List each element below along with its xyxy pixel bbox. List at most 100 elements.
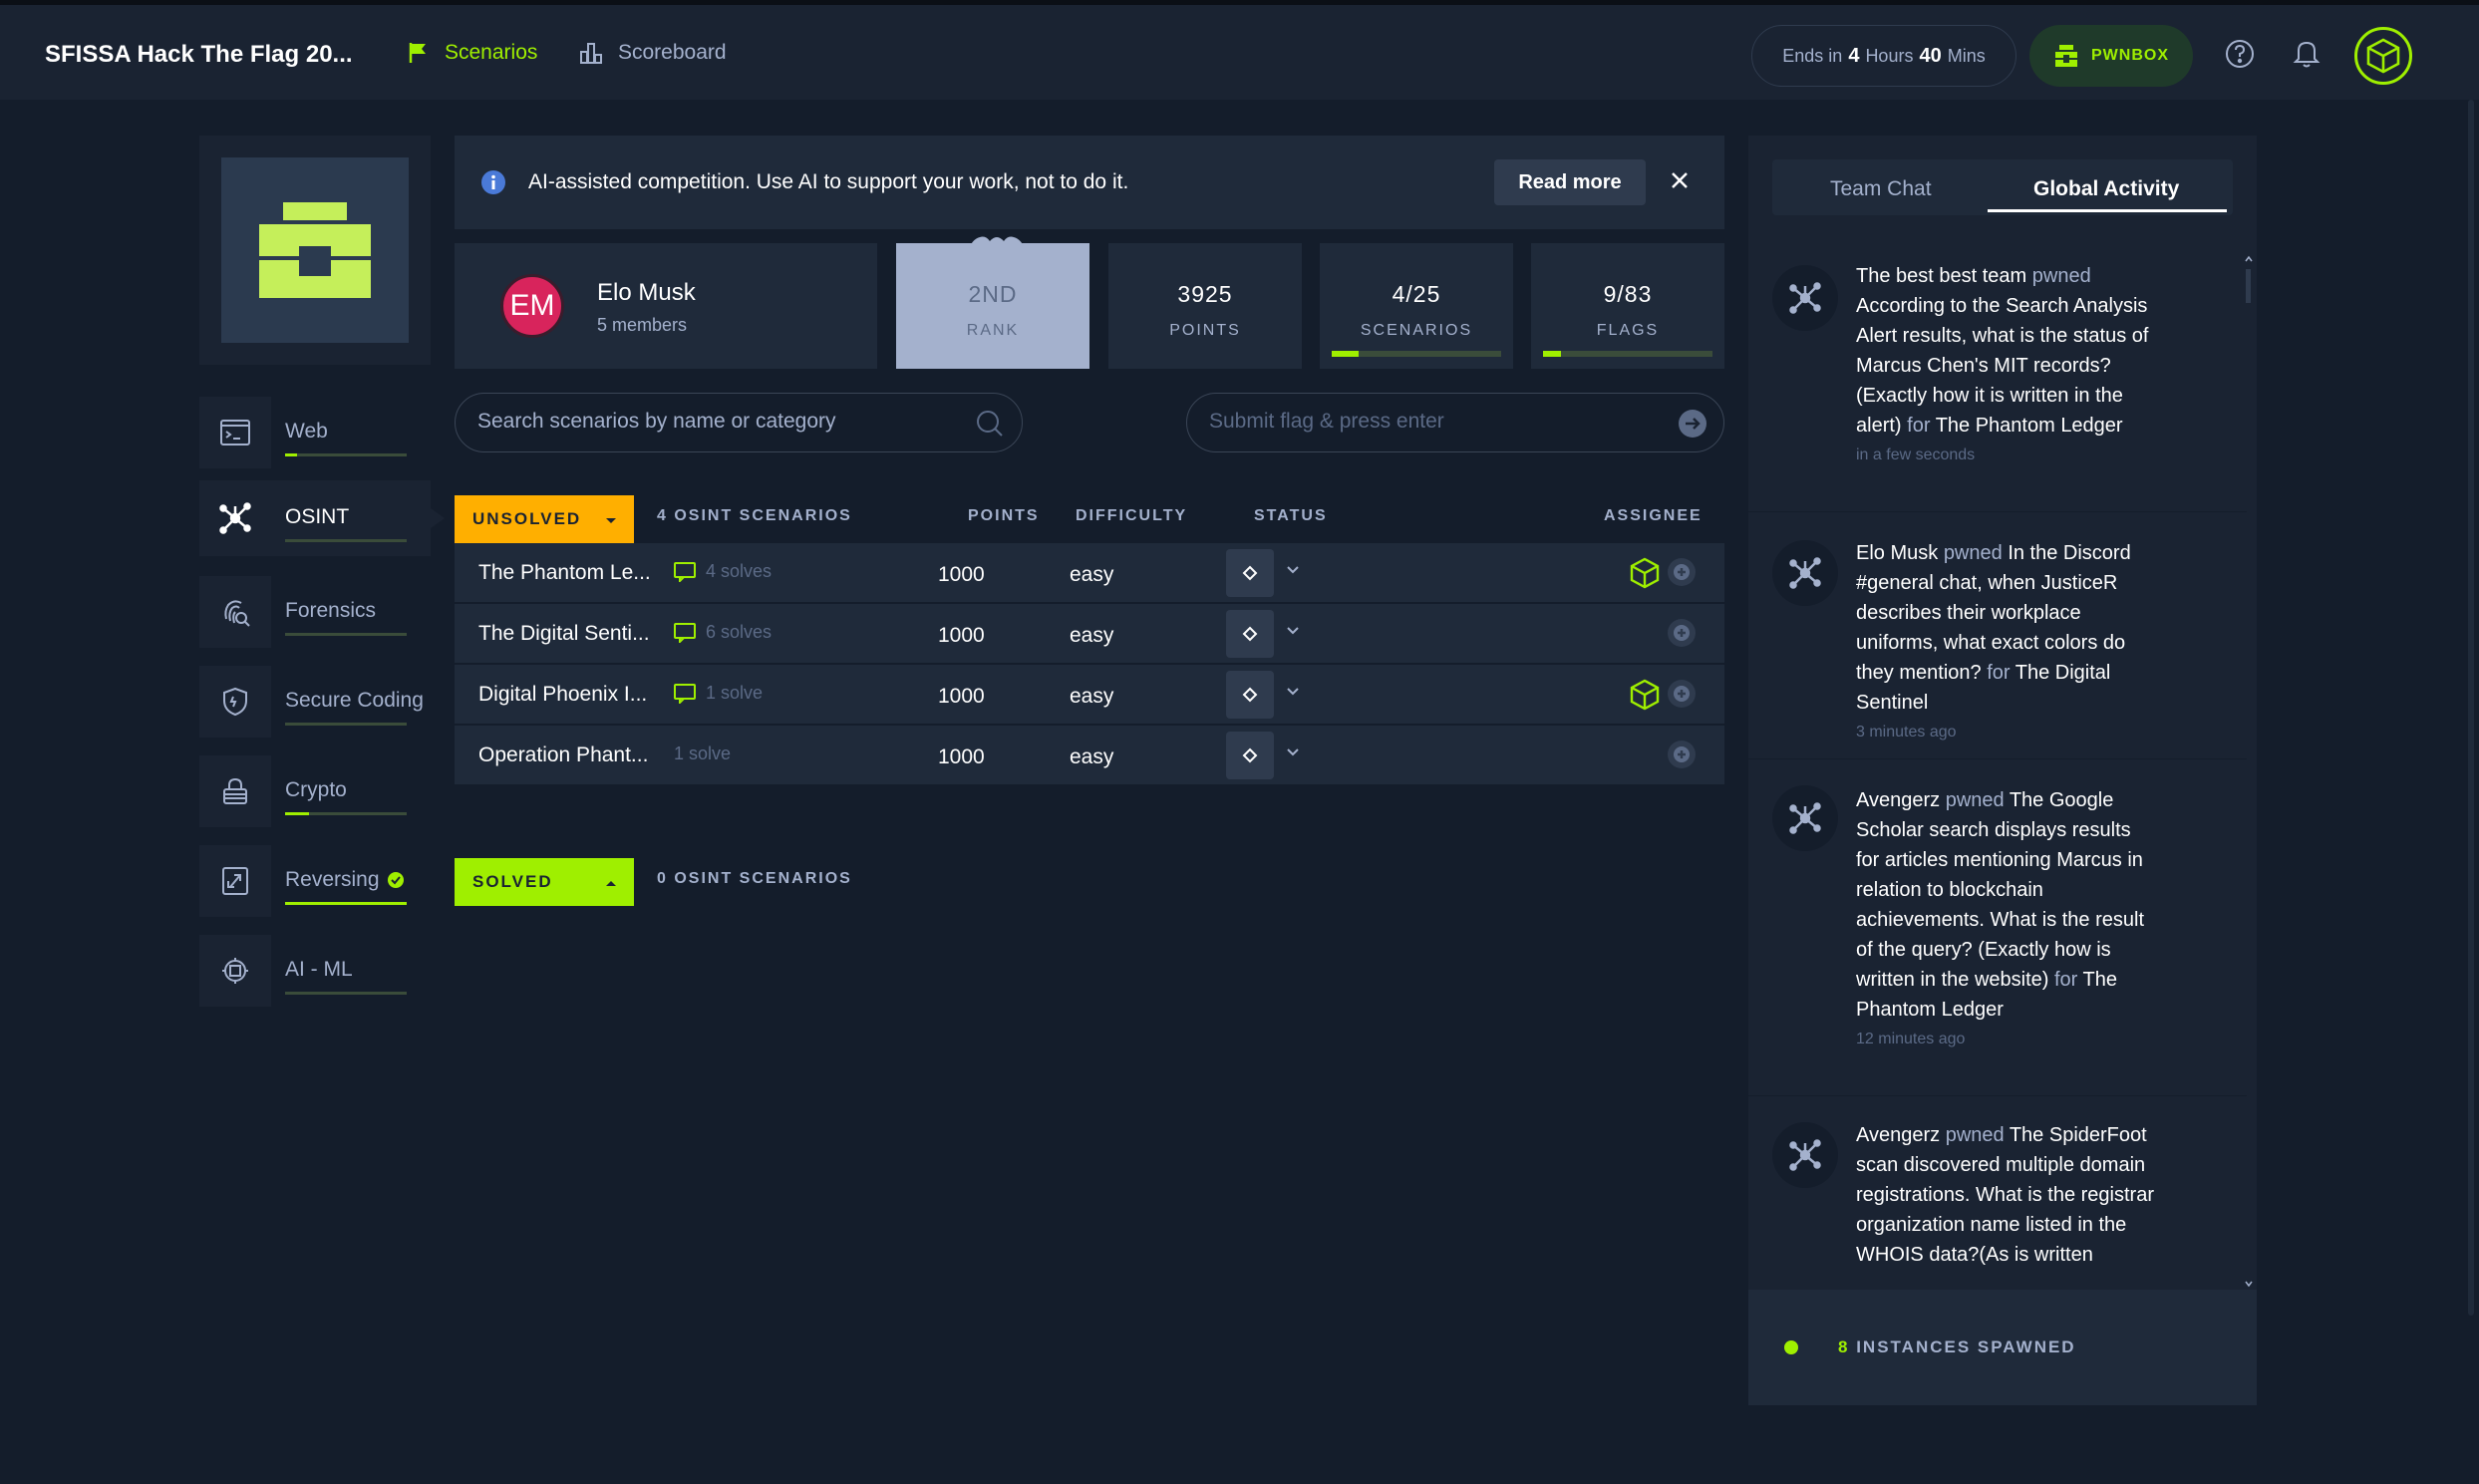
banner-text: AI-assisted competition. Use AI to suppo… [528,170,1129,193]
feed-time: in a few seconds [1856,446,1976,463]
writeup-icon [674,561,696,582]
status-button[interactable] [1226,610,1274,658]
category-progress-bar [285,453,407,456]
feed-actor[interactable]: Elo Musk [1856,542,1938,564]
team-members: 5 members [597,315,688,335]
page-scrollbar[interactable] [2468,100,2474,1316]
diamond-icon [1242,687,1258,703]
scenarios-value: 4/25 [1392,281,1441,307]
feed-actor[interactable]: Avengerz [1856,789,1940,811]
solved-dropdown[interactable]: SOLVED [455,858,634,906]
feed-item: Avengerz pwned The Google Scholar search… [1748,759,2247,1096]
chevron-down-icon[interactable] [1286,626,1300,636]
fingerprint-icon [199,576,271,648]
chevron-down-icon[interactable] [1286,565,1300,575]
sidebar-item-osint[interactable]: OSINT [199,480,445,556]
instances-count: 8 [1838,1337,1850,1356]
flags-progress-bar [1543,351,1712,357]
points-value: 3925 [1177,281,1233,307]
scenario-points: 1000 [938,685,985,708]
category-progress-fill [285,453,298,456]
table-row[interactable]: The Digital Senti... 6 solves 1000 easy [455,604,1724,664]
category-progress-bar [285,723,407,726]
sidebar-item-forensics[interactable]: Forensics [199,574,431,650]
nav-scoreboard-label: Scoreboard [618,41,727,64]
instances-text: 8 INSTANCES SPAWNED [1838,1337,2076,1357]
nav-scenarios[interactable]: Scenarios [409,41,537,65]
search-input[interactable] [477,410,936,434]
nav-scoreboard[interactable]: Scoreboard [580,41,727,65]
stat-points: 3925 POINTS [1108,243,1302,369]
feed-question: The Google Scholar search displays resul… [1856,789,2145,991]
tab-global-activity[interactable]: Global Activity [2033,177,2179,201]
table-row[interactable]: Operation Phant... 1 solve 1000 easy [455,726,1724,785]
diamond-icon [1242,626,1258,642]
solves-count: 6 solves [674,622,772,643]
scenario-name[interactable]: The Phantom Le... [478,561,651,585]
lock-icon [199,755,271,827]
bell-icon[interactable] [2293,39,2321,69]
table-row[interactable]: Digital Phoenix I... 1 solve 1000 easy [455,665,1724,725]
chevron-down-icon[interactable] [1286,687,1300,697]
feed-for: for [1907,415,1931,437]
chevron-down-icon[interactable] [1286,747,1300,757]
chip-icon [199,935,271,1007]
add-assignee-icon[interactable] [1667,679,1697,709]
add-assignee-icon[interactable] [1667,557,1697,587]
scenario-name[interactable]: Digital Phoenix I... [478,683,647,707]
rank-label: RANK [966,322,1020,339]
solved-check-icon [387,872,404,888]
add-assignee-icon[interactable] [1667,740,1697,769]
feed-verb: pwned [1943,542,2003,564]
team-name[interactable]: Elo Musk [597,279,696,307]
sidebar-item-secure-coding[interactable]: Secure Coding [199,664,431,740]
close-icon[interactable] [1669,169,1691,191]
status-button[interactable] [1226,671,1274,719]
team-avatar: EM [500,274,564,338]
unsolved-dropdown[interactable]: UNSOLVED [455,495,634,543]
flag-submit-box [1186,393,1724,452]
solves-count: 1 solve [674,683,763,704]
reverse-icon [199,845,271,917]
user-avatar[interactable] [2354,27,2412,85]
feed-scrollbar[interactable] [2245,253,2253,1290]
pwnbox-button[interactable]: PWNBOX [2029,25,2193,87]
sidebar-item-reversing[interactable]: Reversing [199,843,431,919]
sidebar-item-web[interactable]: Web [199,395,431,470]
solves-count: 4 solves [674,561,772,582]
feed-actor[interactable]: Avengerz [1856,1124,1940,1146]
top-nav-bar: SFISSA Hack The Flag 20... Scenarios Sco… [0,0,2479,100]
category-progress-bar [285,902,407,905]
tab-team-chat[interactable]: Team Chat [1830,177,1932,201]
read-more-button[interactable]: Read more [1494,159,1646,205]
assignee-cube-icon[interactable] [1629,557,1661,589]
status-dot [1784,1340,1798,1354]
feed-actor[interactable]: The best best team [1856,265,2026,287]
flag-icon [409,42,429,64]
status-button[interactable] [1226,549,1274,597]
category-progress-bar [285,992,407,995]
sidebar-item-label: Secure Coding [285,689,424,712]
activity-feed[interactable]: The best best team pwned According to th… [1748,235,2257,1290]
search-icon[interactable] [976,410,1004,438]
feed-target[interactable]: The Phantom Ledger [1936,415,2123,437]
help-icon[interactable] [2225,39,2255,69]
unsolved-count: 4 OSINT SCENARIOS [657,507,852,524]
category-progress-bar [285,539,407,542]
status-button[interactable] [1226,732,1274,779]
scenario-name[interactable]: The Digital Senti... [478,622,650,646]
add-assignee-icon[interactable] [1667,618,1697,648]
feed-item: The best best team pwned According to th… [1748,235,2247,512]
assignee-cube-icon[interactable] [1629,679,1661,711]
sidebar-item-ai-ml[interactable]: AI - ML [199,933,431,1009]
sidebar-item-crypto[interactable]: Crypto [199,753,431,829]
arrow-right-icon[interactable] [1678,409,1707,439]
table-row[interactable]: The Phantom Le... 4 solves 1000 easy [455,543,1724,603]
flag-input[interactable] [1209,410,1668,434]
feed-item: Elo Musk pwned In the Discord #general c… [1748,512,2247,759]
nav-scenarios-label: Scenarios [445,41,538,64]
scenario-name[interactable]: Operation Phant... [478,743,648,767]
app-title[interactable]: SFISSA Hack The Flag 20... [45,41,353,69]
activity-panel: Team Chat Global Activity The best best … [1748,136,2257,1405]
instances-status[interactable]: 8 INSTANCES SPAWNED [1748,1290,2257,1405]
